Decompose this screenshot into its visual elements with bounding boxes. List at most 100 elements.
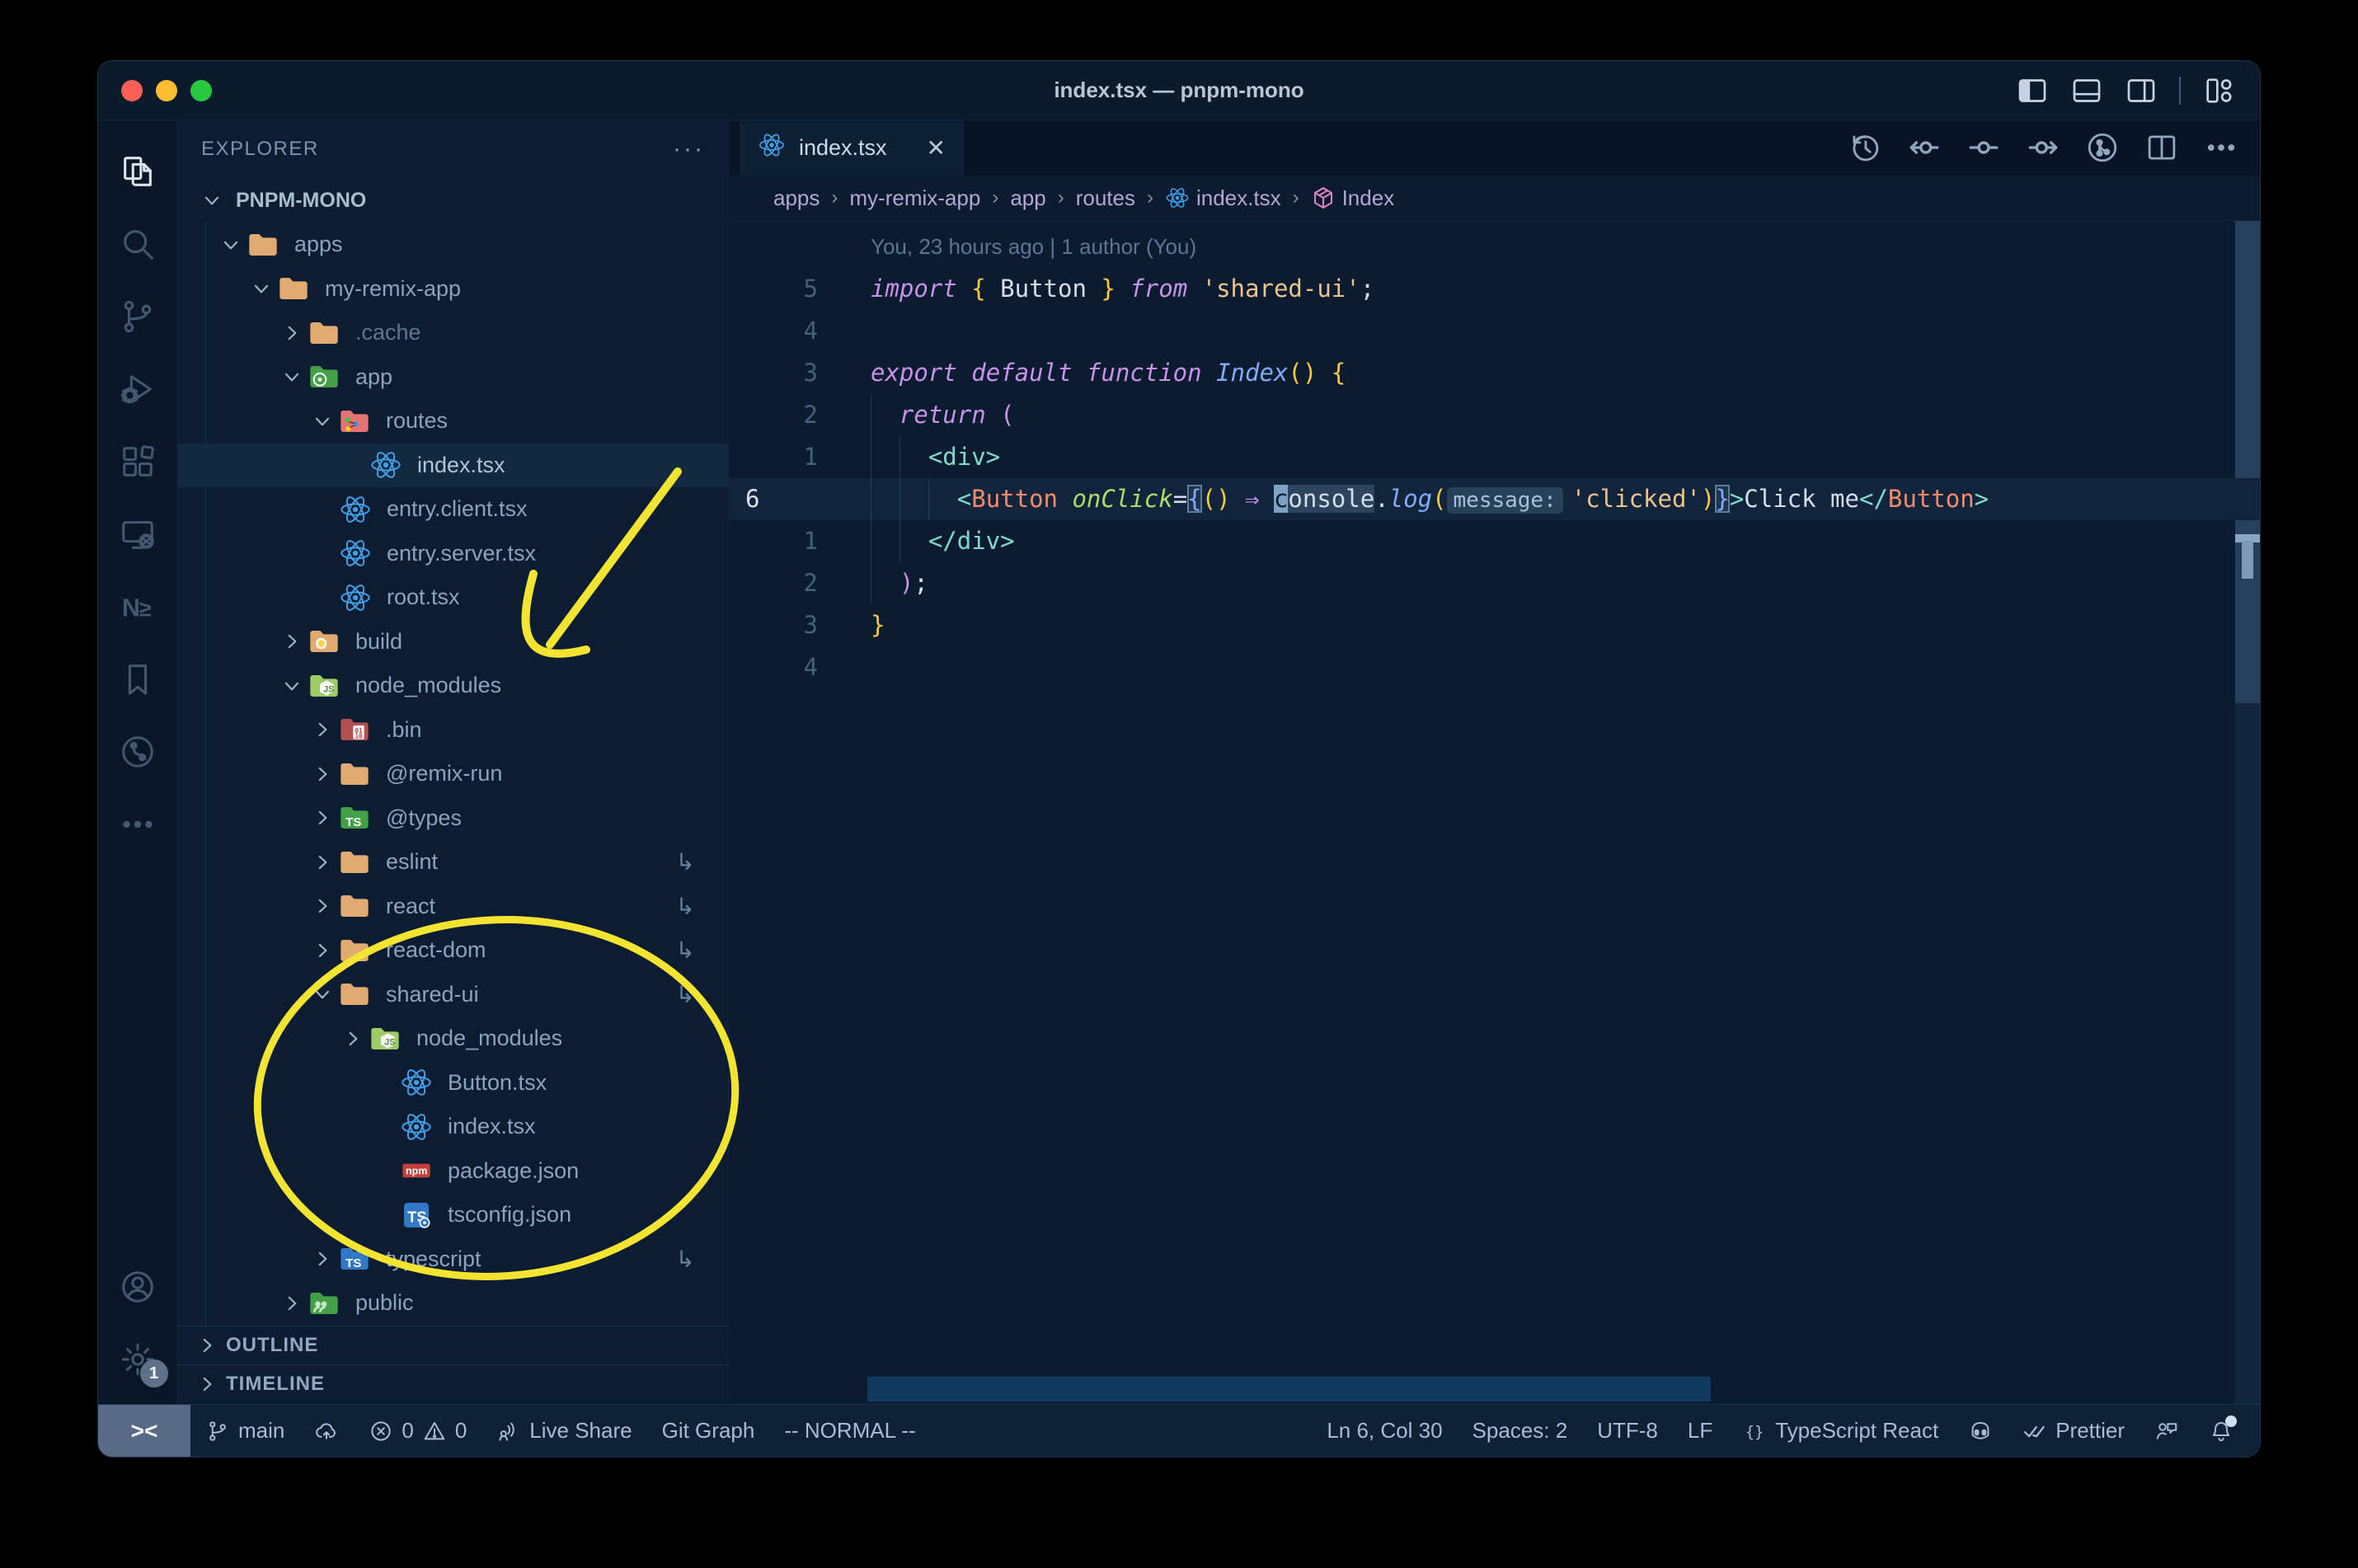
code-line[interactable]: 2 return ( (729, 394, 2260, 436)
chevron-right-icon[interactable] (307, 763, 338, 785)
status-prettier[interactable]: Prettier (2008, 1405, 2140, 1457)
breadcrumb-index[interactable]: Index (1311, 185, 1394, 211)
status-git-branch[interactable]: main (190, 1405, 299, 1457)
zoom-window-button[interactable] (190, 80, 212, 101)
tab-index-tsx[interactable]: index.tsx ✕ (740, 120, 964, 176)
section-outline[interactable]: OUTLINE (178, 1325, 728, 1364)
tree-item--cache[interactable]: .cache (178, 311, 728, 355)
chevron-right-icon[interactable] (307, 895, 338, 917)
explorer-more-actions-icon[interactable]: ··· (673, 135, 705, 163)
tree-item-root-tsx[interactable]: root.tsx (178, 575, 728, 620)
history-icon[interactable] (1848, 130, 1882, 165)
next-change-icon[interactable] (2026, 130, 2060, 165)
tree-item-tsconfig-json[interactable]: TS tsconfig.json (178, 1193, 728, 1237)
tree-item-index-tsx[interactable]: index.tsx (178, 1105, 728, 1149)
tree-item-package-json[interactable]: npm package.json (178, 1149, 728, 1194)
status-feedback[interactable] (2140, 1405, 2194, 1457)
status-notifications[interactable] (2194, 1405, 2248, 1457)
chevron-right-icon[interactable] (276, 631, 308, 652)
tree-item-react-dom[interactable]: react-dom ↳ (178, 928, 728, 973)
close-window-button[interactable] (121, 80, 143, 101)
toggle-secondary-sidebar-icon[interactable] (2125, 74, 2158, 107)
git-graph-circle-icon[interactable] (2085, 130, 2120, 165)
status-cursor-position[interactable]: Ln 6, Col 30 (1312, 1405, 1457, 1457)
chevron-right-icon[interactable] (307, 719, 338, 740)
breadcrumb-my-remix-app[interactable]: my-remix-app (849, 185, 980, 211)
workspace-root-row[interactable]: PNPM-MONO (178, 178, 728, 223)
tree-item-routes[interactable]: routes (178, 399, 728, 444)
code-line[interactable]: 4 (729, 310, 2260, 352)
chevron-down-icon[interactable] (246, 278, 277, 299)
activity-source-control[interactable] (98, 280, 178, 353)
code-line[interactable]: 1 </div> (729, 520, 2260, 562)
code-line[interactable]: 6 <Button onClick={() ⇒ console.log(mess… (729, 478, 2260, 520)
tree-item-entry-client-tsx[interactable]: entry.client.tsx (178, 487, 728, 532)
customize-layout-icon[interactable] (2202, 74, 2235, 107)
breadcrumb-index-tsx[interactable]: index.tsx (1165, 185, 1281, 211)
tree-item-public[interactable]: public (178, 1281, 728, 1326)
code-editor[interactable]: You, 23 hours ago | 1 author (You) 5 impor… (729, 221, 2260, 1404)
activity-run-debug[interactable] (98, 353, 178, 425)
tree-item-node-modules[interactable]: JS node_modules (178, 1016, 728, 1061)
tree-item-react[interactable]: react ↳ (178, 885, 728, 929)
tree-item-node-modules[interactable]: JS node_modules (178, 664, 728, 708)
toggle-primary-sidebar-icon[interactable] (2016, 74, 2049, 107)
chevron-down-icon[interactable] (276, 675, 308, 697)
activity-explorer[interactable] (98, 135, 178, 208)
status-indentation[interactable]: Spaces: 2 (1458, 1405, 1583, 1457)
status-live-share[interactable]: Live Share (481, 1405, 646, 1457)
code-line[interactable]: 3 export default function Index() { (729, 352, 2260, 394)
tree-item-shared-ui[interactable]: shared-ui ↳ (178, 973, 728, 1017)
activity-account[interactable] (98, 1251, 178, 1323)
breadcrumb-app[interactable]: app (1010, 185, 1045, 211)
breadcrumb-apps[interactable]: apps (773, 185, 820, 211)
chevron-down-icon[interactable] (307, 411, 338, 432)
tree-item--types[interactable]: TS @types (178, 796, 728, 841)
tree-item-typescript[interactable]: TS typescript ↳ (178, 1237, 728, 1282)
status-sync-changes[interactable] (299, 1405, 354, 1457)
toggle-panel-icon[interactable] (2070, 74, 2103, 107)
breadcrumb-routes[interactable]: routes (1076, 185, 1135, 211)
prev-change-icon[interactable] (1907, 130, 1942, 165)
tree-item-build[interactable]: build (178, 620, 728, 664)
chevron-down-icon[interactable] (276, 366, 308, 387)
status-encoding[interactable]: UTF-8 (1582, 1405, 1673, 1457)
tree-item-entry-server-tsx[interactable]: entry.server.tsx (178, 532, 728, 576)
tree-item--bin[interactable]: 01 10 .bin (178, 708, 728, 753)
current-change-icon[interactable] (1966, 130, 2001, 165)
tree-item-apps[interactable]: apps (178, 223, 728, 267)
chevron-right-icon[interactable] (276, 1293, 308, 1314)
status-remote-indicator[interactable]: >< (98, 1405, 190, 1457)
tree-item-eslint[interactable]: eslint ↳ (178, 840, 728, 885)
more-actions-icon[interactable] (2204, 130, 2238, 165)
code-line[interactable]: 1 <div> (729, 436, 2260, 478)
minimize-window-button[interactable] (156, 80, 177, 101)
code-line[interactable]: 4 (729, 646, 2260, 688)
activity-extensions[interactable] (98, 425, 178, 498)
activity-more-views[interactable] (98, 788, 178, 861)
activity-remote-explorer[interactable] (98, 498, 178, 570)
status-copilot[interactable] (1953, 1405, 2008, 1457)
code-line[interactable]: 2 ); (729, 562, 2260, 604)
section-timeline[interactable]: TIMELINE (178, 1364, 728, 1403)
tree-item-app[interactable]: app (178, 355, 728, 400)
chevron-right-icon[interactable] (276, 322, 308, 344)
close-tab-icon[interactable]: ✕ (927, 134, 946, 162)
tree-item-my-remix-app[interactable]: my-remix-app (178, 267, 728, 312)
activity-bookmarks[interactable] (98, 643, 178, 716)
chevron-right-icon[interactable] (337, 1028, 369, 1049)
tree-item--remix-run[interactable]: @remix-run (178, 752, 728, 796)
status-git-graph[interactable]: Git Graph (647, 1405, 770, 1457)
status-vim-mode[interactable]: -- NORMAL -- (769, 1405, 930, 1457)
activity-search[interactable] (98, 208, 178, 280)
chevron-right-icon[interactable] (307, 1248, 338, 1270)
activity-settings[interactable]: 1 (98, 1323, 178, 1396)
tree-item-button-tsx[interactable]: Button.tsx (178, 1061, 728, 1106)
status-language-mode[interactable]: {} TypeScript React (1727, 1405, 1953, 1457)
code-line[interactable]: 5 import { Button } from 'shared-ui'; (729, 268, 2260, 310)
code-line[interactable]: 3} (729, 604, 2260, 646)
status-eol[interactable]: LF (1673, 1405, 1727, 1457)
tree-item-index-tsx[interactable]: index.tsx (178, 443, 728, 487)
chevron-right-icon[interactable] (307, 807, 338, 829)
status-problems[interactable]: 00 (354, 1405, 481, 1457)
